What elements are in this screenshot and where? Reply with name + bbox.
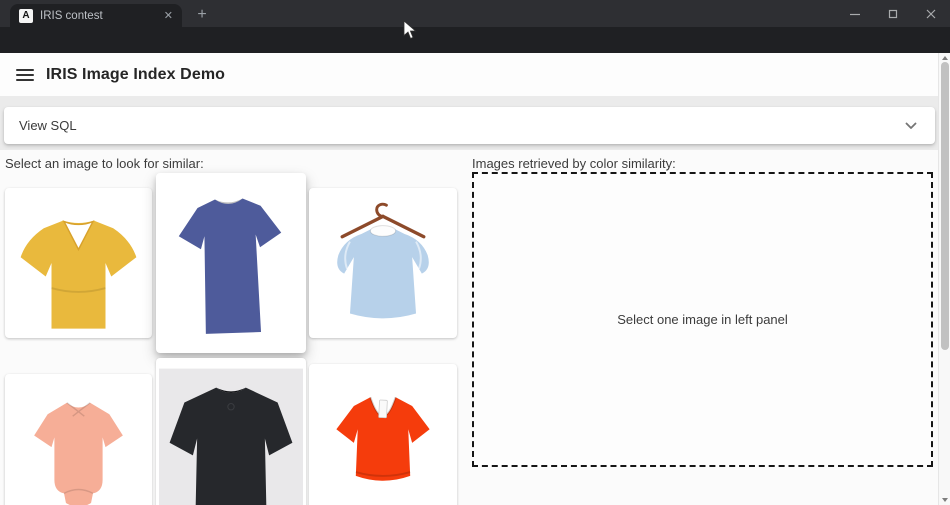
- menu-hamburger-icon[interactable]: [16, 69, 34, 81]
- browser-window: A IRIS contest ✕ +: [0, 0, 950, 505]
- chevron-down-icon[interactable]: [905, 122, 917, 130]
- browser-tabstrip: A IRIS contest ✕ +: [0, 0, 950, 27]
- mouse-cursor: [403, 20, 417, 40]
- tab-close-icon[interactable]: ✕: [164, 9, 173, 22]
- page-title: IRIS Image Index Demo: [46, 66, 225, 84]
- browser-toolbar: localhost:4200/image-search ☆: [0, 27, 950, 53]
- black-tshirt-image: [159, 358, 303, 505]
- scrollbar-thumb[interactable]: [941, 62, 949, 350]
- window-close-button[interactable]: [912, 0, 950, 27]
- view-sql-label: View SQL: [19, 118, 77, 133]
- view-sql-expansion-panel[interactable]: View SQL: [4, 107, 935, 144]
- gallery-card-yellow-vneck-blouse[interactable]: [5, 188, 152, 338]
- peach-baby-onesie-image: [11, 380, 146, 505]
- gallery-card-lightblue-top[interactable]: [309, 188, 457, 338]
- yellow-vneck-blouse-image: [11, 194, 146, 332]
- tab-title: IRIS contest: [40, 10, 164, 22]
- app-toolbar: IRIS Image Index Demo: [0, 53, 938, 96]
- window-restore-button[interactable]: [874, 0, 912, 27]
- gallery-card-blue-tshirt[interactable]: [156, 173, 306, 353]
- browser-tab[interactable]: A IRIS contest ✕: [10, 4, 182, 27]
- left-panel-label: Select an image to look for similar:: [5, 156, 204, 171]
- blue-tshirt-image: [162, 179, 300, 347]
- new-tab-button[interactable]: +: [190, 3, 214, 27]
- gallery-card-peach-onesie[interactable]: [5, 374, 152, 505]
- page-scrollbar[interactable]: [938, 53, 950, 505]
- window-minimize-button[interactable]: [836, 0, 874, 27]
- site-favicon: A: [19, 9, 33, 23]
- results-empty-message: Select one image in left panel: [617, 312, 788, 327]
- gallery-card-orange-crop-top[interactable]: [309, 364, 457, 505]
- right-panel-label: Images retrieved by color similarity:: [472, 156, 676, 171]
- scrollbar-down-arrow[interactable]: [939, 495, 950, 505]
- lightblue-ruffle-top-image: [315, 194, 451, 332]
- results-dropzone: Select one image in left panel: [472, 172, 933, 467]
- orange-crop-top-image: [315, 370, 451, 505]
- gallery-card-black-tshirt[interactable]: [156, 358, 306, 505]
